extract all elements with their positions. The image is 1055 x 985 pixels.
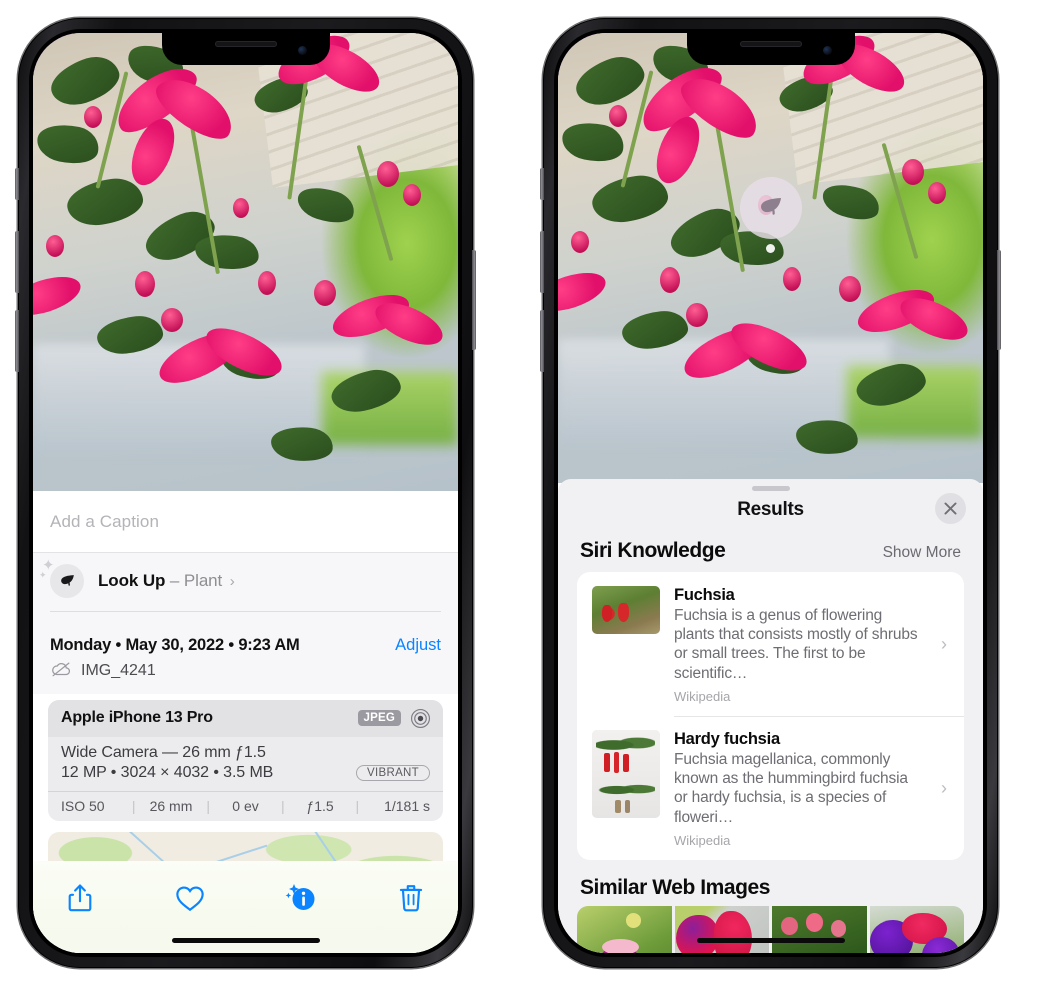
- web-image-thumb[interactable]: [869, 905, 964, 953]
- badge-pointer-dot: [766, 244, 775, 253]
- exif-iso: ISO 50: [61, 797, 105, 814]
- left-phone-bezel: Add a Caption ✦ ✦ Look Up – Plant › Mond…: [29, 29, 462, 957]
- knowledge-text: Hardy fuchsia Fuchsia magellanica, commo…: [674, 730, 927, 848]
- knowledge-text: Fuchsia Fuchsia is a genus of flowering …: [674, 586, 927, 704]
- adjust-button[interactable]: Adjust: [395, 636, 441, 655]
- camera-model: Apple iPhone 13 Pro: [61, 709, 213, 727]
- visual-lookup-block: ✦ ✦ Look Up – Plant ›: [33, 553, 458, 625]
- results-header: Results: [558, 491, 983, 524]
- volume-up-button[interactable]: [540, 231, 544, 293]
- leaf-icon: [760, 198, 781, 215]
- sparkle-icon-small: ✦: [39, 570, 47, 580]
- exif-shutter: 1/181 s: [384, 797, 431, 814]
- result-title: Fuchsia: [674, 586, 735, 604]
- delete-button[interactable]: [390, 877, 432, 919]
- caption-field-row[interactable]: Add a Caption: [33, 491, 458, 553]
- results-title: Results: [737, 499, 804, 520]
- left-phone-notch: [161, 33, 330, 65]
- photo-viewer[interactable]: [33, 33, 458, 491]
- exif-row: ISO 50 | 26 mm | 0 ev | ƒ1.5 | 1/181 s: [48, 790, 443, 821]
- volume-down-button[interactable]: [540, 310, 544, 372]
- look-up-label: Look Up – Plant ›: [98, 571, 235, 591]
- siri-knowledge-card: Fuchsia Fuchsia is a genus of flowering …: [577, 572, 964, 860]
- result-description: Fuchsia is a genus of flowering plants t…: [674, 607, 918, 682]
- icloud-slash-icon: [50, 661, 72, 682]
- home-indicator[interactable]: [171, 938, 320, 943]
- front-camera-icon: [297, 46, 307, 55]
- favorite-button[interactable]: [169, 877, 211, 919]
- close-button[interactable]: [935, 493, 966, 524]
- photo-viewer[interactable]: [558, 33, 983, 483]
- exif-focal: 26 mm: [149, 797, 193, 814]
- look-up-text: Look Up: [98, 571, 166, 590]
- siri-knowledge-header: Siri Knowledge Show More: [558, 523, 983, 572]
- photo-info-sheet: Add a Caption ✦ ✦ Look Up – Plant › Mond…: [33, 491, 458, 953]
- photo-metadata-block: Monday • May 30, 2022 • 9:23 AM Adjust I…: [33, 624, 458, 694]
- result-description: Fuchsia magellanica, commonly known as t…: [674, 750, 908, 826]
- close-icon: [944, 502, 957, 515]
- right-iphone-device: Results Siri Knowledge Show More Fuchsia…: [540, 18, 1001, 968]
- result-title: Hardy fuchsia: [674, 729, 780, 748]
- knowledge-row[interactable]: Fuchsia Fuchsia is a genus of flowering …: [577, 572, 964, 716]
- format-badge: JPEG: [357, 710, 401, 727]
- chevron-right-icon: ›: [941, 778, 947, 799]
- right-phone-notch: [686, 33, 855, 65]
- exif-exposure: 0 ev: [232, 797, 259, 814]
- mute-switch[interactable]: [540, 168, 544, 200]
- earpiece-speaker: [214, 41, 277, 47]
- aperture-icon: [410, 708, 431, 729]
- plant-lookup-badge[interactable]: [739, 177, 802, 253]
- power-button[interactable]: [472, 250, 476, 350]
- chevron-right-icon: ›: [941, 634, 947, 655]
- section-title: Similar Web Images: [580, 875, 770, 899]
- photo-date: Monday • May 30, 2022 • 9:23 AM: [50, 635, 300, 654]
- similar-web-images-strip[interactable]: [577, 905, 964, 953]
- result-thumbnail: [592, 729, 660, 818]
- left-iphone-device: Add a Caption ✦ ✦ Look Up – Plant › Mond…: [15, 18, 476, 968]
- look-up-plant-row[interactable]: ✦ ✦ Look Up – Plant ›: [39, 558, 441, 598]
- screenshot-canvas: Add a Caption ✦ ✦ Look Up – Plant › Mond…: [0, 0, 1055, 985]
- camera-info-card: Apple iPhone 13 Pro JPEG Wide Camera — 2…: [48, 699, 443, 821]
- exif-aperture: ƒ1.5: [306, 797, 334, 814]
- web-image-thumb[interactable]: [674, 905, 769, 953]
- look-up-separator: –: [169, 571, 180, 590]
- section-title: Siri Knowledge: [580, 539, 726, 562]
- right-phone-screen: Results Siri Knowledge Show More Fuchsia…: [558, 33, 983, 953]
- earpiece-speaker: [739, 41, 802, 47]
- mute-switch[interactable]: [15, 168, 19, 200]
- show-more-button[interactable]: Show More: [883, 544, 961, 562]
- web-image-thumb[interactable]: [577, 905, 672, 953]
- result-source: Wikipedia: [674, 832, 731, 848]
- volume-up-button[interactable]: [15, 231, 19, 293]
- chevron-right-icon: ›: [229, 573, 235, 590]
- similar-web-images-header: Similar Web Images: [558, 860, 983, 906]
- photographic-style-badge: VIBRANT: [356, 764, 430, 781]
- caption-input[interactable]: Add a Caption: [50, 512, 159, 532]
- photo-specs: 12 MP • 3024 × 4032 • 3.5 MB: [61, 763, 274, 781]
- info-button[interactable]: [280, 877, 322, 919]
- front-camera-icon: [822, 46, 832, 55]
- web-image-thumb[interactable]: [772, 905, 867, 953]
- result-thumbnail: [592, 586, 660, 634]
- look-up-subject: Plant: [183, 571, 223, 590]
- volume-down-button[interactable]: [15, 310, 19, 372]
- camera-lens-info: Wide Camera — 26 mm ƒ1.5: [61, 743, 266, 761]
- result-source: Wikipedia: [674, 688, 731, 704]
- home-indicator[interactable]: [696, 938, 845, 943]
- left-phone-screen: Add a Caption ✦ ✦ Look Up – Plant › Mond…: [33, 33, 458, 953]
- leaf-icon: ✦ ✦: [39, 558, 84, 598]
- power-button[interactable]: [997, 250, 1001, 350]
- results-sheet: Results Siri Knowledge Show More Fuchsia…: [558, 479, 983, 953]
- divider: [50, 611, 441, 612]
- right-phone-bezel: Results Siri Knowledge Show More Fuchsia…: [554, 29, 987, 957]
- share-button[interactable]: [59, 877, 101, 919]
- photo-filename: IMG_4241: [81, 662, 156, 680]
- knowledge-row[interactable]: Hardy fuchsia Fuchsia magellanica, commo…: [577, 715, 964, 860]
